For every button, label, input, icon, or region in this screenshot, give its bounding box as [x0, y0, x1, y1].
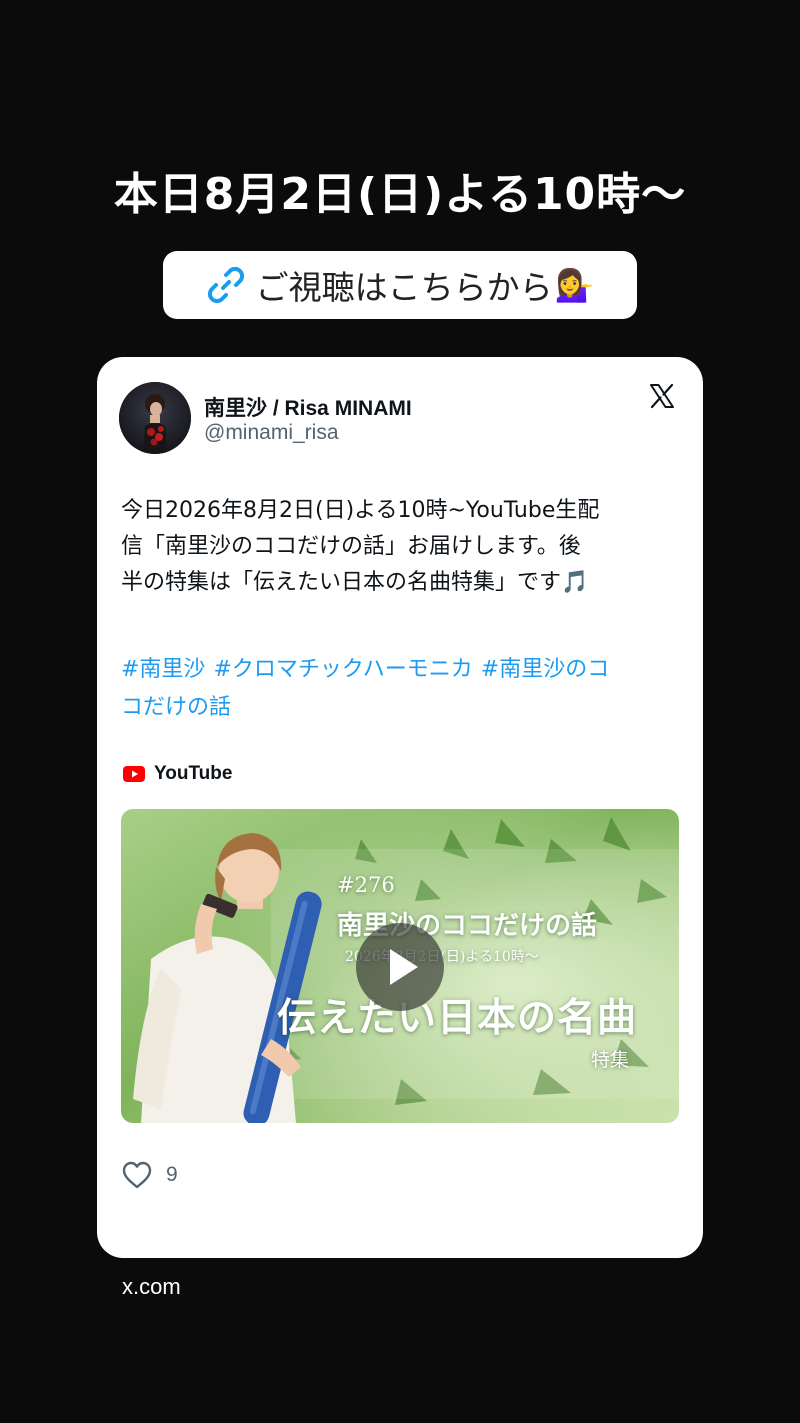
tweet-text-line: 信「南里沙のココだけの話」お届けします。後: [121, 534, 581, 559]
x-logo-icon[interactable]: [649, 383, 675, 409]
play-button[interactable]: [356, 923, 444, 1011]
hashtags: #南里沙 #クロマチックハーモニカ #南里沙のコ コだけの話: [121, 651, 681, 727]
video-tag: 特集: [591, 1049, 630, 1071]
avatar[interactable]: [119, 382, 191, 454]
link-sticker-label: ご視聴はこちらから: [255, 268, 553, 307]
link-source: YouTube: [123, 763, 232, 785]
like-count: 9: [166, 1163, 178, 1186]
heart-icon: [122, 1161, 152, 1189]
person-tipping-hand-emoji: 💁‍♀️: [554, 266, 595, 304]
hashtag-link-continuation[interactable]: コだけの話: [121, 695, 231, 720]
hashtag-link[interactable]: #南里沙のコ: [481, 657, 609, 682]
story-title: 本日8月2日(日)よる10時〜: [113, 169, 687, 220]
avatar-image: [119, 382, 191, 454]
tweet-text-line: 今日2026年8月2日(日)よる10時~YouTube生配: [121, 498, 600, 523]
like-button[interactable]: 9: [121, 1160, 178, 1190]
tweet-card[interactable]: 南里沙 / Risa MINAMI @minami_risa 今日2026年8月…: [97, 357, 703, 1258]
video-episode-number: #276: [337, 873, 395, 897]
video-thumbnail[interactable]: #276 南里沙のココだけの話 2026年8月2日(日)よる10時〜 伝えたい日…: [121, 809, 679, 1123]
hashtag-link[interactable]: #南里沙: [121, 657, 205, 682]
link-domain[interactable]: x.com: [122, 1274, 181, 1300]
author-handle[interactable]: @minami_risa: [204, 421, 339, 445]
tweet-text: 今日2026年8月2日(日)よる10時~YouTube生配 信「南里沙のココだけ…: [121, 493, 681, 601]
link-sticker[interactable]: ご視聴はこちらから 💁‍♀️: [163, 251, 637, 319]
youtube-icon: [123, 766, 145, 782]
story-page: 本日8月2日(日)よる10時〜 ご視聴はこちらから 💁‍♀️: [0, 0, 800, 1423]
source-label: YouTube: [154, 763, 233, 784]
play-icon: [390, 949, 418, 985]
video-headline: 伝えたい日本の名曲: [277, 995, 638, 1041]
author-name[interactable]: 南里沙 / Risa MINAMI: [204, 392, 412, 422]
hashtag-link[interactable]: #クロマチックハーモニカ: [213, 657, 472, 682]
tweet-text-line: 半の特集は「伝えたい日本の名曲特集」です🎵: [121, 570, 589, 595]
link-icon: [207, 266, 244, 304]
